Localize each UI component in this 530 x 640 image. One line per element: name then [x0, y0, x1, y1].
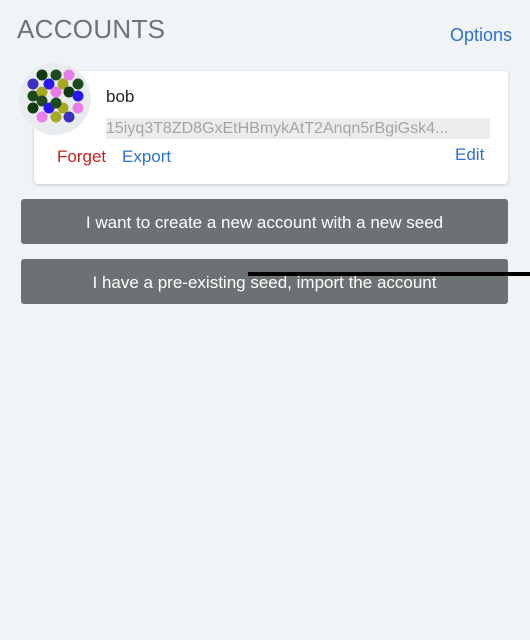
identicon-dot — [36, 111, 48, 123]
edit-link[interactable]: Edit — [455, 145, 484, 165]
create-account-button[interactable]: I want to create a new account with a ne… — [21, 199, 508, 244]
identicon-dot — [50, 97, 62, 109]
identicon-dot — [36, 69, 48, 81]
account-address[interactable]: 15iyq3T8ZD8GxEtHBmykAtT2Anqn5rBgiGsk4... — [106, 118, 490, 139]
identicon-dot — [50, 69, 62, 81]
identicon-dot — [72, 102, 84, 114]
identicon-dot — [50, 111, 62, 123]
options-link[interactable]: Options — [450, 25, 512, 46]
identicon-dot — [72, 78, 84, 90]
account-name: bob — [106, 87, 135, 106]
overlay-line — [248, 272, 530, 276]
export-link[interactable]: Export — [122, 147, 171, 167]
identicon-dot — [63, 111, 75, 123]
forget-link[interactable]: Forget — [57, 147, 106, 167]
avatar — [19, 63, 91, 135]
identicon-avatar-icon — [27, 69, 84, 123]
identicon-dot — [72, 90, 84, 102]
identicon-dot — [27, 102, 39, 114]
identicon-dot — [63, 69, 75, 81]
import-account-button[interactable]: I have a pre-existing seed, import the a… — [21, 259, 508, 304]
identicon-dot — [27, 78, 39, 90]
page-title: ACCOUNTS — [17, 14, 166, 44]
identicon-dot — [50, 86, 62, 98]
